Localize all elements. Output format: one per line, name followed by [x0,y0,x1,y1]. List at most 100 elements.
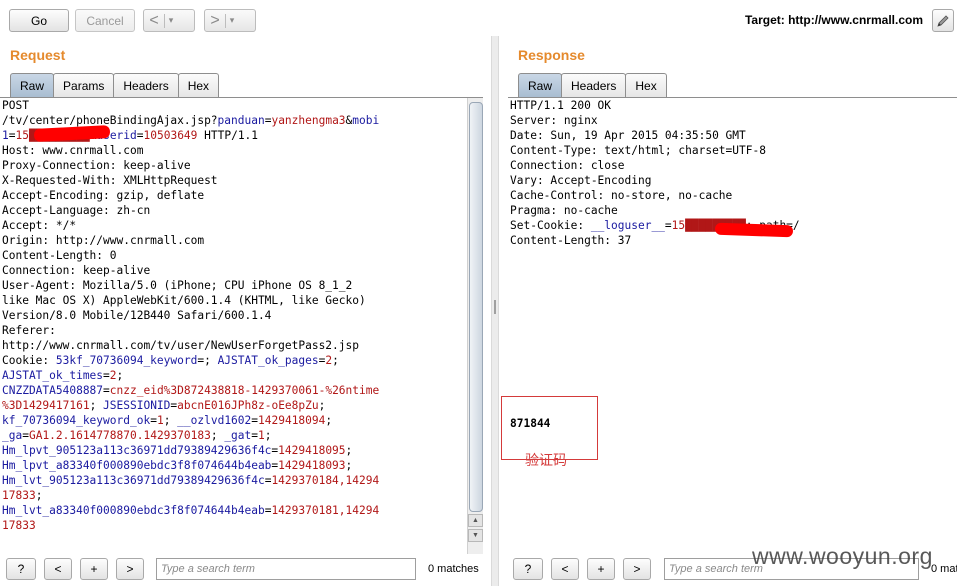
param-name: AJSTAT_ok_times [2,369,104,382]
chevron-down-icon: ▾ [229,15,235,25]
request-tab-params[interactable]: Params [53,73,115,97]
param-value: GA1.2.1614778870.1429370183 [28,429,211,442]
target-label: Target: http://www.cnrmall.com [745,13,923,27]
code-text: = [136,129,144,142]
next-match-button[interactable]: > [623,558,651,580]
back-button[interactable]: < ▾ [143,9,195,32]
request-line: X-Requested-With: XMLHttpRequest [2,173,379,188]
param-name: Hm_lvt_905123a113c36971dd79389429636f4c [2,474,265,487]
param-name: panduan [217,114,265,127]
back-arrow-icon: < [149,11,159,29]
param-name: mobi [352,114,380,127]
param-name: Hm_lvt_a83340f000890ebdc3f8f074644b4eab [2,504,265,517]
response-tab-raw[interactable]: Raw [518,73,563,97]
code-text: = [22,429,29,442]
code-text: ; [89,399,104,412]
response-title: Response [518,47,585,63]
edit-target-button[interactable] [932,9,954,32]
add-button[interactable]: + [587,558,615,580]
param-name: AJSTAT_ok_pages [217,354,319,367]
request-line: User-Agent: Mozilla/5.0 (iPhone; CPU iPh… [2,278,379,293]
previous-match-button[interactable]: < [551,558,579,580]
watermark: www.wooyun.org [752,543,933,569]
code-text: HTTP/1.1 200 OK [510,99,612,112]
response-line: Content-Type: text/html; charset=UTF-8 [510,143,800,158]
response-line: Cache-Control: no-store, no-cache [510,188,800,203]
scroll-down-icon[interactable]: ▼ [468,529,483,542]
param-value: 1 [258,429,265,442]
cancel-button[interactable]: Cancel [75,9,135,32]
request-line: CNZZDATA5408887=cnzz_eid%3D872438818-142… [2,383,379,398]
request-line: Origin: http://www.cnrmall.com [2,233,379,248]
scroll-up-icon[interactable]: ▲ [468,514,483,527]
request-scroll-thumb[interactable] [469,102,483,512]
param-name: 1 [2,129,9,142]
response-editor[interactable]: HTTP/1.1 200 OK Server: nginx Date: Sun, 1… [508,97,957,554]
response-line: Pragma: no-cache [510,203,800,218]
request-scrollbar[interactable]: ▲ ▼ [467,98,483,554]
code-text: Vary: Accept-Encoding [510,174,652,187]
help-button[interactable]: ? [513,558,543,580]
request-line: _ga=GA1.2.1614778870.1429370183; _gat=1; [2,428,379,443]
code-text: http://www.cnrmall.com/tv/user/NewUserFo… [2,339,359,352]
code-text: Content-Length: 0 [2,249,117,262]
param-value: 17833 [2,519,36,532]
code-text: Version/8.0 Mobile/12B440 Safari/600.1.4 [2,309,272,322]
param-value: 1429418093 [278,459,346,472]
param-name: kf_70736094_keyword_ok [2,414,151,427]
add-button[interactable]: + [80,558,108,580]
go-button[interactable]: Go [9,9,69,32]
response-tab-hex[interactable]: Hex [625,73,667,97]
code-text: ; [318,399,326,412]
code-text: = [664,219,672,232]
help-button[interactable]: ? [6,558,36,580]
request-editor[interactable]: POST/tv/center/phoneBindingAjax.jsp?pand… [0,97,483,554]
request-line: kf_70736094_keyword_ok=1; __ozlvd1602=14… [2,413,379,428]
request-title: Request [10,47,66,63]
response-line: HTTP/1.1 200 OK [510,98,800,113]
code-text: ; [345,444,353,457]
request-line: Connection: keep-alive [2,263,379,278]
param-value: 1429370184,14294 [271,474,380,487]
request-line: Cookie: 53kf_70736094_keyword=; AJSTAT_o… [2,353,379,368]
target-url: http://www.cnrmall.com [788,13,923,27]
request-line: Content-Length: 0 [2,248,379,263]
pencil-icon [937,14,949,27]
request-line: Hm_lpvt_905123a113c36971dd79389429636f4c… [2,443,379,458]
code-text: Connection: keep-alive [2,264,151,277]
request-tab-hex[interactable]: Hex [177,73,220,97]
code-text: ; [35,489,43,502]
request-line: Version/8.0 Mobile/12B440 Safari/600.1.4 [2,308,379,323]
param-name: Hm_lpvt_905123a113c36971dd79389429636f4c [2,444,272,457]
code-text: Cache-Control: no-store, no-cache [510,189,733,202]
code-text: X-Requested-With: XMLHttpRequest [2,174,218,187]
request-line: Accept: */* [2,218,379,233]
param-value: yanzhengma3 [271,114,346,127]
request-raw-text[interactable]: POST/tv/center/phoneBindingAjax.jsp?pand… [2,98,379,533]
param-value: 1429370181,14294 [271,504,380,517]
code-text: Cookie: [2,354,56,367]
request-search-input[interactable] [156,558,416,580]
request-line: /tv/center/phoneBindingAjax.jsp?panduan=… [2,113,379,128]
code-text: POST [2,99,29,112]
code-text: Accept-Language: zh-cn [2,204,151,217]
param-value: 10503649 [143,129,198,142]
response-match-count: 0 matches [931,563,957,575]
response-line: Server: nginx [510,113,800,128]
param-name: __loguser__ [590,219,665,232]
code-text: HTTP/1.1 [197,129,259,142]
param-value: cnzz_eid%3D872438818-1429370061-%26ntime [109,384,380,397]
code-text: = [150,414,157,427]
code-text: ; [332,354,339,367]
request-line: %3D1429417161; JSESSIONID=abcnE016JPh8z-… [2,398,379,413]
response-tab-headers[interactable]: Headers [561,73,627,97]
next-match-button[interactable]: > [116,558,144,580]
request-tab-headers[interactable]: Headers [113,73,179,97]
code-text: like Mac OS X) AppleWebKit/600.1.4 (KHTM… [2,294,366,307]
code-text: Content-Type: text/html; charset=UTF-8 [510,144,766,157]
request-tab-raw[interactable]: Raw [10,73,55,97]
forward-button[interactable]: > ▾ [204,9,256,32]
previous-match-button[interactable]: < [44,558,72,580]
param-value: 17833 [2,489,36,502]
forward-arrow-icon: > [210,11,220,29]
